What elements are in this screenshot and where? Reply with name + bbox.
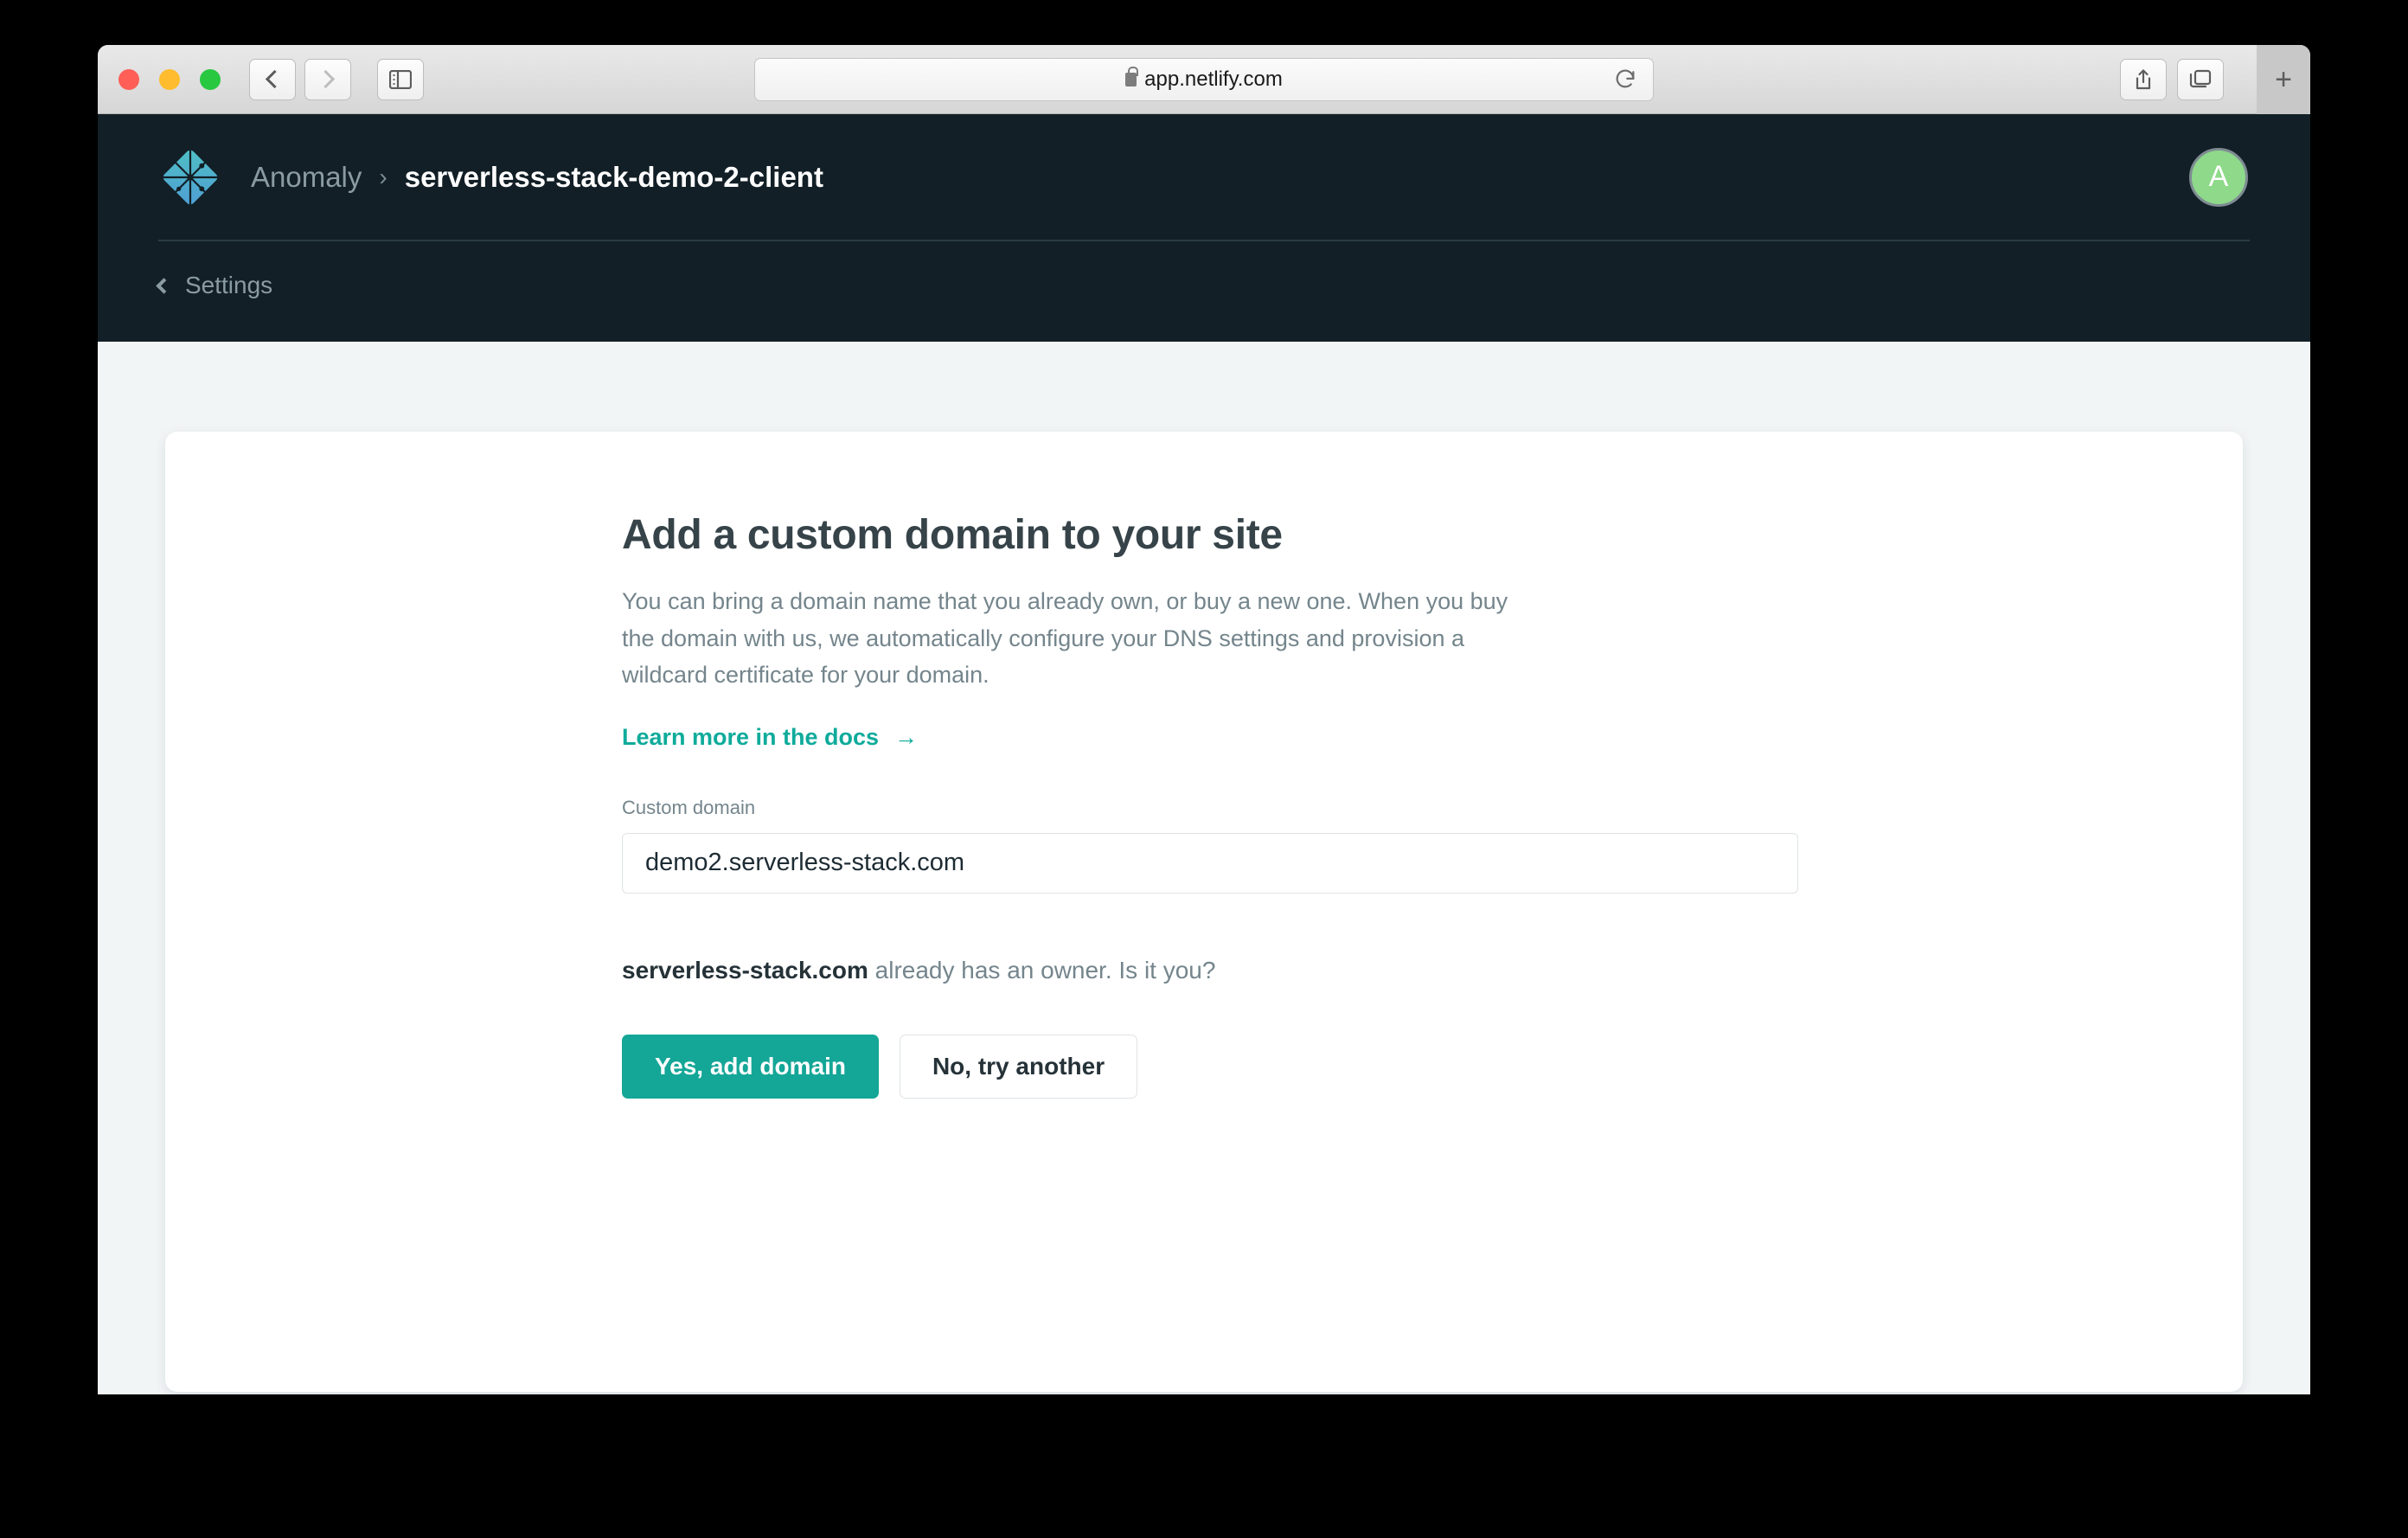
learn-more-docs-link[interactable]: Learn more in the docs → [622,724,918,751]
docs-link-label: Learn more in the docs [622,724,879,751]
avatar[interactable]: A [2189,148,2248,207]
breadcrumb-separator: › [379,163,387,191]
chevron-left-icon [266,70,284,88]
owner-domain-name: serverless-stack.com [622,957,868,984]
chevron-right-icon [317,70,335,88]
netlify-logo-icon[interactable] [158,145,222,209]
custom-domain-input[interactable] [622,833,1798,894]
url-text: app.netlify.com [1144,67,1283,92]
no-try-another-button[interactable]: No, try another [900,1035,1137,1099]
back-to-settings-link[interactable]: Settings [98,240,272,299]
yes-add-domain-button[interactable]: Yes, add domain [622,1035,879,1099]
owner-notice: serverless-stack.com already has an owne… [622,957,2243,984]
address-bar[interactable]: app.netlify.com [754,58,1654,101]
owner-notice-text: already has an owner. Is it you? [868,957,1216,984]
reload-icon [1613,67,1637,92]
minimize-window-button[interactable] [159,69,180,90]
page-title: Add a custom domain to your site [622,511,2243,559]
share-button[interactable] [2120,59,2167,100]
sidebar-toggle-button[interactable] [377,59,424,100]
navigation-buttons [249,59,351,100]
toolbar-right-buttons [2120,59,2224,100]
custom-domain-label: Custom domain [622,797,2243,819]
maximize-window-button[interactable] [200,69,221,90]
breadcrumb: Anomaly › serverless-stack-demo-2-client [251,161,823,194]
add-domain-card: Add a custom domain to your site You can… [165,432,2243,1392]
lock-icon [1125,73,1137,87]
back-button[interactable] [249,59,296,100]
share-icon [2133,68,2154,91]
header-top-row: Anomaly › serverless-stack-demo-2-client… [98,114,2310,240]
tab-overview-icon [2189,69,2212,90]
sidebar-toggle-icon [389,70,412,89]
browser-window: app.netlify.com [98,45,2310,1394]
netlify-app-page: Anomaly › serverless-stack-demo-2-client… [98,114,2310,1394]
forward-button[interactable] [304,59,351,100]
breadcrumb-team[interactable]: Anomaly [251,161,362,194]
action-buttons: Yes, add domain No, try another [622,1035,2243,1099]
new-tab-button[interactable]: + [2257,45,2310,114]
chevron-left-icon [156,278,171,293]
reload-button[interactable] [1613,67,1637,92]
window-controls [118,69,221,90]
breadcrumb-site[interactable]: serverless-stack-demo-2-client [405,161,823,194]
back-link-label: Settings [185,272,272,299]
card-description: You can bring a domain name that you alr… [622,583,1517,694]
browser-titlebar: app.netlify.com [98,45,2310,114]
tab-overview-button[interactable] [2177,59,2224,100]
close-window-button[interactable] [118,69,139,90]
arrow-right-icon: → [894,724,918,751]
app-header: Anomaly › serverless-stack-demo-2-client… [98,114,2310,342]
header-divider [158,240,2250,241]
